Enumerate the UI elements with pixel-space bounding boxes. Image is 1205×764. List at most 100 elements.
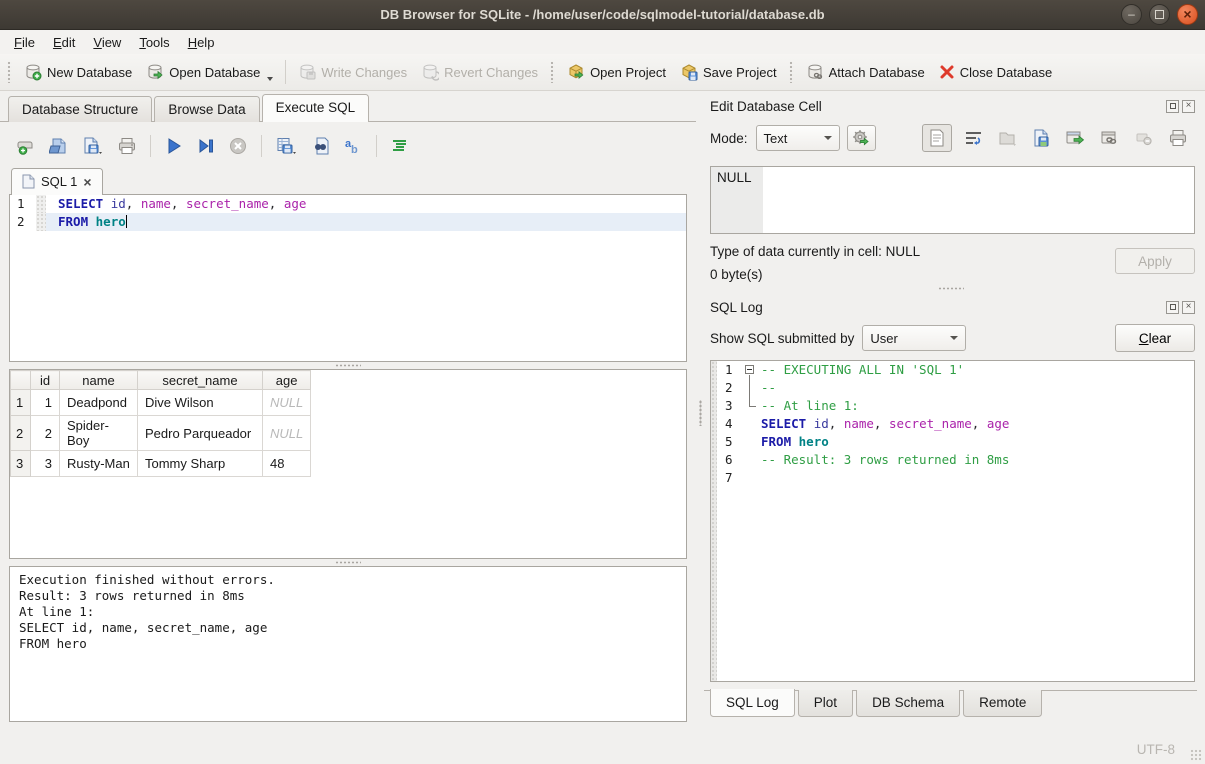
tab-execute-sql[interactable]: Execute SQL xyxy=(262,94,370,122)
new-database-button[interactable]: New Database xyxy=(17,59,139,85)
open-database-button[interactable]: Open Database xyxy=(139,59,280,85)
new-tab-button[interactable] xyxy=(13,134,41,158)
table-cell[interactable]: Dive Wilson xyxy=(138,390,263,416)
revert-changes-button[interactable]: Revert Changes xyxy=(414,59,545,85)
splitter-handle[interactable] xyxy=(9,559,687,566)
close-dock-icon[interactable]: × xyxy=(1182,100,1195,113)
tab-plot[interactable]: Plot xyxy=(798,690,853,717)
tab-db-schema[interactable]: DB Schema xyxy=(856,690,960,717)
find-replace-button[interactable] xyxy=(307,134,335,158)
clear-log-button[interactable]: Clear xyxy=(1115,324,1195,352)
mode-select[interactable]: Text xyxy=(756,125,840,151)
table-cell[interactable]: Deadpond xyxy=(60,390,138,416)
tab-remote[interactable]: Remote xyxy=(963,690,1042,717)
minimize-icon[interactable] xyxy=(1121,4,1142,25)
column-header[interactable]: age xyxy=(263,371,311,390)
sql-tab-label: SQL 1 xyxy=(41,174,77,189)
print-cell-button[interactable] xyxy=(1165,126,1191,150)
editor-line[interactable]: 2FROM hero xyxy=(10,213,686,231)
close-icon[interactable] xyxy=(1177,4,1198,25)
table-cell[interactable]: NULL xyxy=(263,390,311,416)
table-cell[interactable]: 3 xyxy=(31,451,60,477)
print-sql-button[interactable] xyxy=(113,134,141,158)
save-sql-file-button[interactable] xyxy=(77,134,109,158)
format-sql-button[interactable] xyxy=(386,134,414,158)
sql-editor-lines: 1SELECT id, name, secret_name, age2FROM … xyxy=(10,195,686,231)
set-null-button[interactable] xyxy=(1132,126,1156,150)
open-sql-file-button[interactable] xyxy=(45,134,73,158)
float-dock-icon[interactable] xyxy=(1166,301,1179,314)
open-in-editor-button[interactable] xyxy=(995,126,1021,150)
dock-splitter[interactable] xyxy=(704,282,1197,294)
cell-value-editor[interactable]: NULL xyxy=(710,166,1195,234)
fold-collapse-icon[interactable] xyxy=(743,361,761,379)
sql-editor[interactable]: 1SELECT id, name, secret_name, age2FROM … xyxy=(9,194,687,362)
tab-database-structure[interactable]: Database Structure xyxy=(8,96,152,122)
close-tab-icon[interactable]: × xyxy=(83,175,91,189)
table-cell[interactable]: Tommy Sharp xyxy=(138,451,263,477)
menubar: File Edit View Tools Help xyxy=(0,30,1205,54)
save-results-button[interactable] xyxy=(271,134,303,158)
toolbar-drag-handle[interactable] xyxy=(7,61,12,83)
table-cell[interactable]: Rusty-Man xyxy=(60,451,138,477)
apply-settings-button[interactable] xyxy=(847,125,876,151)
sql-log-view[interactable]: 1-- EXECUTING ALL IN 'SQL 1'2--3-- At li… xyxy=(710,360,1195,682)
word-wrap-button[interactable] xyxy=(961,126,986,150)
tab-sql-log[interactable]: SQL Log xyxy=(710,689,795,717)
sql-file-tab[interactable]: SQL 1 × xyxy=(11,168,103,195)
log-line[interactable]: 3-- At line 1: xyxy=(711,397,1194,415)
menu-view[interactable]: View xyxy=(84,32,130,53)
pane-splitter[interactable] xyxy=(696,91,704,735)
text-view-button[interactable] xyxy=(922,124,952,152)
link-button[interactable] xyxy=(1097,126,1123,150)
row-number[interactable]: 3 xyxy=(11,451,31,477)
log-line[interactable]: 4SELECT id, name, secret_name, age xyxy=(711,415,1194,433)
apply-button[interactable]: Apply xyxy=(1115,248,1195,274)
close-dock-icon[interactable]: × xyxy=(1182,301,1195,314)
log-line[interactable]: 6-- Result: 3 rows returned in 8ms xyxy=(711,451,1194,469)
column-header[interactable]: id xyxy=(31,371,60,390)
table-cell[interactable]: 2 xyxy=(31,416,60,451)
menu-edit[interactable]: Edit xyxy=(44,32,84,53)
auto-complete-button[interactable]: ab xyxy=(339,134,367,158)
splitter-handle[interactable] xyxy=(9,362,687,369)
table-cell[interactable]: 48 xyxy=(263,451,311,477)
log-line[interactable]: 7 xyxy=(711,469,1194,487)
column-header[interactable]: name xyxy=(60,371,138,390)
toolbar-drag-handle[interactable] xyxy=(789,61,794,83)
execute-line-button[interactable] xyxy=(192,134,220,158)
table-cell[interactable]: Spider-Boy xyxy=(60,416,138,451)
resize-grip-icon[interactable] xyxy=(1190,749,1202,761)
menu-help[interactable]: Help xyxy=(179,32,224,53)
log-line[interactable]: 2-- xyxy=(711,379,1194,397)
row-number[interactable]: 2 xyxy=(11,416,31,451)
table-cell[interactable]: NULL xyxy=(263,416,311,451)
log-filter-select[interactable]: User xyxy=(862,325,966,351)
write-changes-button[interactable]: Write Changes xyxy=(291,59,414,85)
editor-line[interactable]: 1SELECT id, name, secret_name, age xyxy=(10,195,686,213)
table-cell[interactable]: 1 xyxy=(31,390,60,416)
tab-browse-data[interactable]: Browse Data xyxy=(154,96,259,122)
table-cell[interactable]: Pedro Parqueador xyxy=(138,416,263,451)
attach-database-button[interactable]: Attach Database xyxy=(799,59,932,85)
export-button[interactable] xyxy=(1062,126,1088,150)
toolbar-drag-handle[interactable] xyxy=(550,61,555,83)
float-dock-icon[interactable] xyxy=(1166,100,1179,113)
log-line[interactable]: 5FROM hero xyxy=(711,433,1194,451)
log-line[interactable]: 1-- EXECUTING ALL IN 'SQL 1' xyxy=(711,361,1194,379)
execute-all-button[interactable] xyxy=(160,134,188,158)
sql-log-title: SQL Log xyxy=(710,300,763,315)
row-number[interactable]: 1 xyxy=(11,390,31,416)
menu-file[interactable]: File xyxy=(5,32,44,53)
execution-message[interactable]: Execution finished without errors. Resul… xyxy=(9,566,687,722)
results-grid[interactable]: idnamesecret_nameage 11DeadpondDive Wils… xyxy=(9,369,687,559)
open-project-button[interactable]: Open Project xyxy=(560,59,673,85)
stop-button[interactable] xyxy=(224,134,252,158)
maximize-icon[interactable] xyxy=(1149,4,1170,25)
save-as-button[interactable] xyxy=(1030,126,1053,150)
column-header[interactable]: secret_name xyxy=(138,371,263,390)
save-project-button[interactable]: Save Project xyxy=(673,59,784,85)
close-database-button[interactable]: Close Database xyxy=(932,60,1060,84)
menu-tools[interactable]: Tools xyxy=(130,32,178,53)
toolbar-item-label: Write Changes xyxy=(321,65,407,80)
